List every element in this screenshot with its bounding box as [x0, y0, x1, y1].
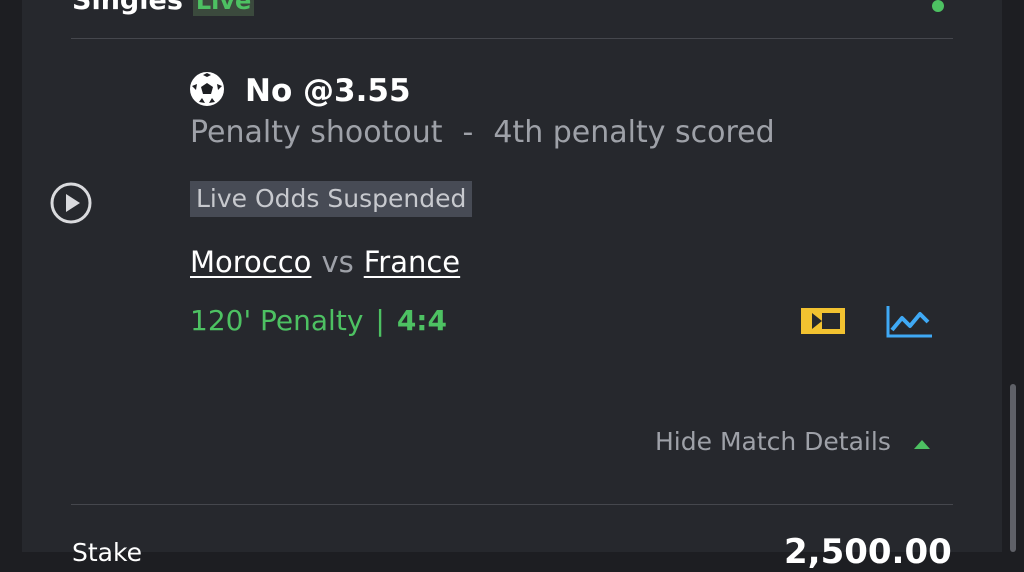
vs-label: vs: [321, 245, 354, 279]
divider: [71, 504, 953, 505]
sub-market-name: 4th penalty scored: [493, 115, 775, 150]
caret-up-icon: [913, 423, 931, 461]
market-name: Penalty shootout: [190, 115, 443, 150]
stake-value: 2,500.00: [784, 532, 952, 572]
away-team-link[interactable]: France: [364, 243, 460, 281]
play-icon[interactable]: [49, 181, 93, 229]
match-status: 120' Penalty | 4:4: [190, 302, 447, 340]
section-title: Singles: [72, 0, 183, 16]
bet-selection-row: No @3.55: [189, 71, 411, 111]
scrollbar[interactable]: [1010, 384, 1016, 552]
bet-card: Singles Live No @3.55 Penalty shootout -…: [22, 0, 1002, 572]
share-icon[interactable]: [920, 0, 950, 20]
stats-chart-icon[interactable]: [884, 304, 934, 344]
soccer-ball-icon: [189, 71, 225, 111]
market-separator: -: [462, 115, 474, 150]
match-teams: Morocco vs France: [190, 243, 460, 281]
live-tv-icon[interactable]: [799, 305, 847, 341]
score-separator: |: [375, 304, 385, 337]
section-header: Singles Live: [72, 0, 255, 16]
home-team-link[interactable]: Morocco: [190, 243, 311, 281]
divider: [71, 38, 953, 39]
status-badge: Live Odds Suspended: [190, 181, 473, 217]
hide-details-label: Hide Match Details: [655, 427, 891, 456]
match-score: 4:4: [396, 304, 447, 337]
selection-odds: No @3.55: [245, 73, 411, 109]
live-badge: Live: [192, 0, 255, 16]
stake-label: Stake: [72, 538, 142, 567]
hide-match-details-button[interactable]: Hide Match Details: [655, 423, 931, 461]
match-period: 120' Penalty: [190, 304, 364, 337]
market-description: Penalty shootout - 4th penalty scored: [190, 113, 775, 153]
